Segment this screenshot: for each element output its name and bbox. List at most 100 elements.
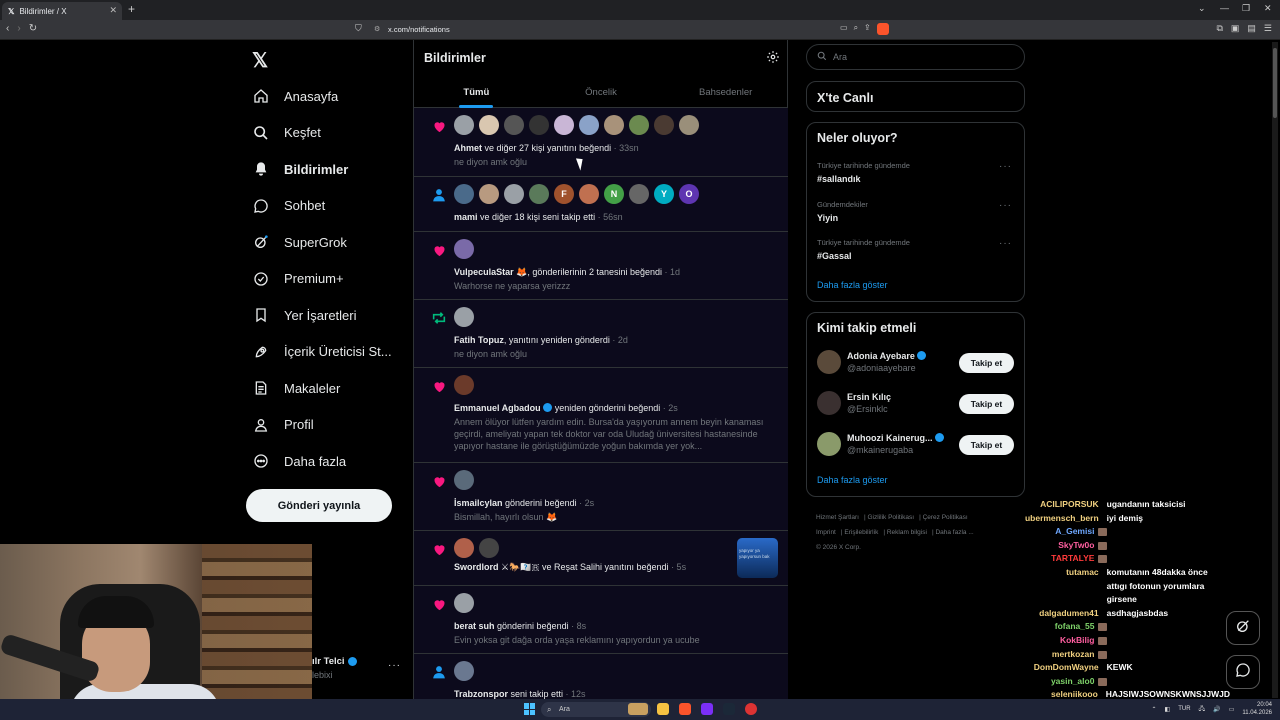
avatar[interactable] <box>629 115 649 135</box>
tab-close-icon[interactable]: ✕ <box>109 5 117 16</box>
avatar[interactable] <box>817 391 841 415</box>
avatar[interactable] <box>454 239 474 259</box>
chat-username[interactable]: ubermensch_bern <box>990 512 1103 526</box>
notification-user[interactable]: Ahmet <box>454 143 482 153</box>
keyboard-language[interactable]: TUR <box>1178 706 1190 712</box>
nav-item-supergrok[interactable]: SuperGrok <box>252 224 392 261</box>
footer-link[interactable]: Daha fazla ... <box>935 529 973 536</box>
notification-user[interactable]: berat suh <box>454 621 495 631</box>
footer-link[interactable]: Erişilebilirlik <box>844 529 878 536</box>
nav-item-bookmarks[interactable]: Yer İşaretleri <box>252 297 392 334</box>
suggested-account[interactable]: Ersin Kılıç @Ersinklc <box>817 391 891 415</box>
avatar[interactable]: N <box>604 184 624 204</box>
new-tab-icon[interactable]: + <box>128 2 135 16</box>
account-switcher[interactable]: ılr Telci <box>312 656 357 667</box>
sidebar-icon[interactable]: ▣ <box>1231 23 1240 34</box>
avatar[interactable] <box>604 115 624 135</box>
avatar[interactable] <box>454 115 474 135</box>
notification-item[interactable]: Fatih Topuz, yanıtını yeniden gönderdi ·… <box>414 300 788 368</box>
tab-list-icon[interactable]: ⌄ <box>1198 3 1206 14</box>
share-icon[interactable]: ⇪ <box>864 23 871 35</box>
notification-user[interactable]: İsmailcylan <box>454 498 503 508</box>
tab-priority[interactable]: Öncelik <box>539 78 664 107</box>
avatar[interactable] <box>579 184 599 204</box>
avatar[interactable] <box>454 470 474 490</box>
avatar[interactable] <box>654 115 674 135</box>
grok-button[interactable] <box>1226 611 1260 645</box>
show-more-follow-link[interactable]: Daha fazla göster <box>817 475 888 485</box>
follow-button[interactable]: Takip et <box>959 435 1014 455</box>
chat-username[interactable]: fofana_55 <box>990 620 1098 634</box>
avatar[interactable]: O <box>679 184 699 204</box>
trend-item[interactable]: Gündemdekiler Yiyin <box>817 200 868 223</box>
bookmark-page-icon[interactable]: ⛉ <box>355 23 362 34</box>
avatar[interactable] <box>529 184 549 204</box>
avatar[interactable] <box>504 184 524 204</box>
notification-item[interactable]: Emmanuel Agbadou yeniden gönderini beğen… <box>414 368 788 463</box>
notification-item[interactable]: VulpeculaStar 🦊, gönderilerinin 2 tanesi… <box>414 232 788 300</box>
chat-username[interactable]: dalgadumen41 <box>990 607 1103 621</box>
chat-username[interactable]: DomDomWayne <box>990 661 1103 675</box>
tab-mentions[interactable]: Bahsedenler <box>663 78 788 107</box>
browser-tab[interactable]: 𝕏 Bildirimler / X ✕ <box>2 2 122 20</box>
messages-button[interactable] <box>1226 655 1260 689</box>
post-button[interactable]: Gönderi yayınla <box>246 489 392 522</box>
back-icon[interactable]: ‹ <box>6 23 9 34</box>
avatar[interactable] <box>504 115 524 135</box>
avatar[interactable] <box>479 115 499 135</box>
chat-username[interactable]: TARTALYE <box>990 552 1098 566</box>
nav-item-profile[interactable]: Profil <box>252 407 392 444</box>
chat-username[interactable]: tutamac <box>990 566 1103 580</box>
search-input[interactable]: Ara <box>806 44 1025 70</box>
clock[interactable]: 20:04 11.04.2026 <box>1242 701 1272 717</box>
avatar[interactable] <box>579 115 599 135</box>
volume-icon[interactable]: 🔊 <box>1213 706 1220 713</box>
obs-icon[interactable] <box>745 703 757 715</box>
notification-item[interactable]: berat suh gönderini beğendi · 8s Evin yo… <box>414 586 788 654</box>
notification-item[interactable]: Swordlord ⚔🐎🇨🇹🇷 ve Reşat Salihi yanıtını… <box>414 531 788 586</box>
tab-all[interactable]: Tümü <box>414 78 539 108</box>
brave-shields-icon[interactable] <box>876 23 889 35</box>
notification-user[interactable]: Emmanuel Agbadou <box>454 403 541 413</box>
footer-link[interactable]: Gizlilik Politikası <box>867 514 914 521</box>
avatar[interactable] <box>629 184 649 204</box>
trend-more-icon[interactable]: ··· <box>999 161 1012 172</box>
zoom-icon[interactable]: ⌕ <box>854 23 858 35</box>
footer-link[interactable]: Çerez Politikası <box>923 514 968 521</box>
footer-link[interactable]: Hizmet Şartları <box>816 514 859 521</box>
x-logo-icon[interactable]: 𝕏 <box>252 48 268 73</box>
notification-user[interactable]: Trabzonspor <box>454 689 508 699</box>
steam-icon[interactable] <box>723 703 735 715</box>
trend-item[interactable]: Türkiye tarihinde gündemde #sallandık <box>817 161 910 184</box>
widget-icon[interactable] <box>628 703 648 715</box>
avatar[interactable] <box>454 375 474 395</box>
avatar[interactable] <box>454 307 474 327</box>
nav-item-notifications[interactable]: Bildirimler <box>252 151 392 188</box>
forward-icon[interactable]: › <box>17 23 20 34</box>
trend-item[interactable]: Türkiye tarihinde gündemde #Gassal <box>817 238 910 261</box>
suggested-account[interactable]: Muhoozi Kainerug... @mkainerugaba <box>817 432 945 456</box>
url-field[interactable]: ⚙ x.com/notifications <box>370 23 910 37</box>
nav-item-articles[interactable]: Makaleler <box>252 370 392 407</box>
tray-chevron-icon[interactable]: ⌃ <box>1152 706 1157 713</box>
avatar[interactable] <box>479 184 499 204</box>
avatar[interactable] <box>479 538 499 558</box>
minimize-icon[interactable]: — <box>1220 3 1229 13</box>
file-explorer-icon[interactable] <box>657 703 669 715</box>
notification-user[interactable]: Fatih Topuz <box>454 335 504 345</box>
wallet-icon[interactable]: ▤ <box>1247 23 1256 34</box>
settings-gear-icon[interactable] <box>766 50 780 69</box>
nav-item-explore[interactable]: Keşfet <box>252 115 392 152</box>
nav-item-chat[interactable]: Sohbet <box>252 188 392 225</box>
show-more-trends-link[interactable]: Daha fazla göster <box>817 280 888 290</box>
trend-more-icon[interactable]: ··· <box>999 238 1012 249</box>
twitch-icon[interactable] <box>701 703 713 715</box>
page-scrollbar[interactable] <box>1272 42 1278 698</box>
follow-button[interactable]: Takip et <box>959 353 1014 373</box>
post-thumbnail[interactable]: yapıyor ya yapıyorsun bak <box>737 538 778 578</box>
account-more-icon[interactable]: ··· <box>388 660 401 671</box>
avatar[interactable]: Y <box>654 184 674 204</box>
nav-item-creator-studio[interactable]: İçerik Üreticisi St... <box>252 334 392 371</box>
chat-username[interactable]: A_Gemisi <box>990 525 1098 539</box>
notification-item[interactable]: Ahmet ve diğer 27 kişi yanıtını beğendi … <box>414 108 788 177</box>
